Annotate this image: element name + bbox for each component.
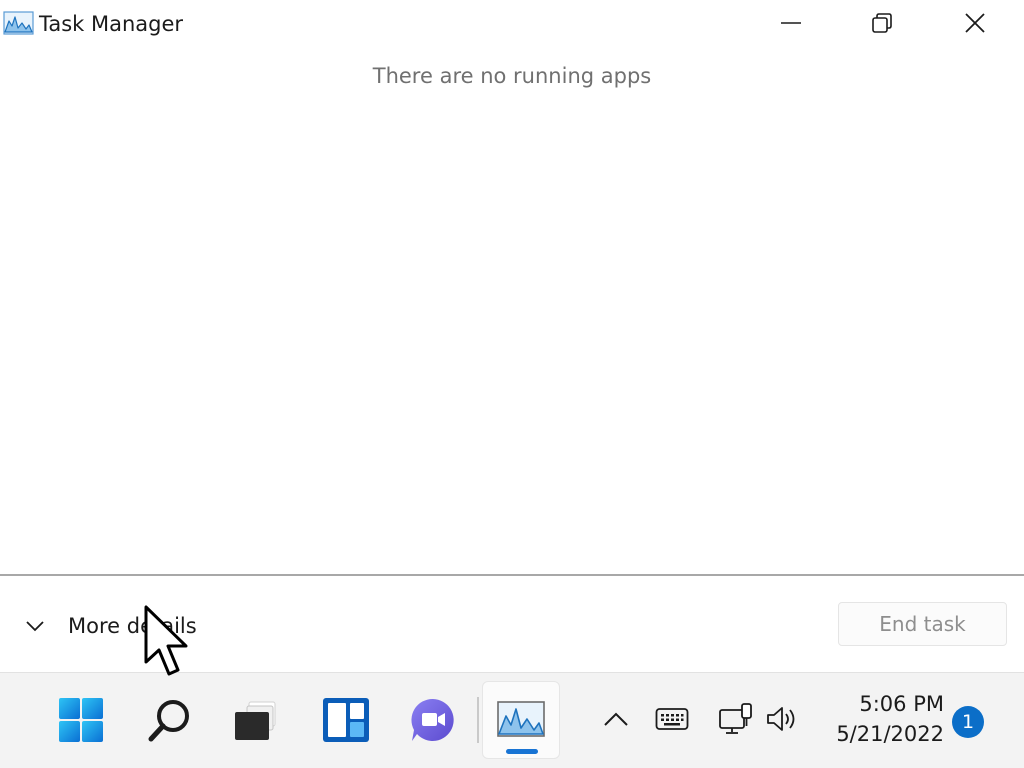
chat-button[interactable] bbox=[394, 681, 472, 759]
task-view-icon bbox=[235, 701, 276, 740]
task-manager-icon bbox=[3, 11, 34, 35]
network-status-button[interactable] bbox=[713, 695, 759, 743]
restore-button[interactable] bbox=[836, 0, 928, 46]
close-icon bbox=[965, 13, 985, 33]
widgets-button[interactable] bbox=[307, 681, 385, 759]
task-manager-taskbar-button[interactable] bbox=[482, 681, 560, 759]
active-app-indicator bbox=[506, 749, 538, 754]
window-title: Task Manager bbox=[39, 12, 184, 36]
more-details-label: More details bbox=[68, 614, 197, 638]
search-button[interactable] bbox=[131, 681, 209, 759]
minimize-button[interactable] bbox=[745, 0, 837, 46]
keyboard-icon bbox=[655, 708, 689, 730]
widgets-icon bbox=[323, 698, 369, 742]
window-footer: More details End task bbox=[0, 574, 1024, 672]
clock-time: 5:06 PM bbox=[859, 692, 944, 716]
volume-button[interactable] bbox=[760, 695, 806, 743]
restore-icon bbox=[872, 13, 892, 33]
search-icon bbox=[148, 700, 189, 742]
start-button[interactable] bbox=[42, 681, 120, 759]
notification-badge[interactable]: 1 bbox=[952, 706, 984, 738]
clock[interactable]: 5:06 PM 5/21/2022 bbox=[822, 689, 944, 749]
task-manager-icon bbox=[497, 701, 545, 737]
network-icon bbox=[719, 703, 752, 734]
taskbar: 5:06 PM 5/21/2022 1 bbox=[0, 672, 1024, 768]
title-bar[interactable]: Task Manager bbox=[0, 0, 1024, 46]
volume-icon bbox=[767, 707, 795, 731]
teams-chat-icon bbox=[411, 698, 454, 741]
show-hidden-icons-button[interactable] bbox=[593, 695, 639, 743]
chevron-down-icon bbox=[20, 611, 50, 641]
close-button[interactable] bbox=[929, 0, 1021, 46]
touch-keyboard-button[interactable] bbox=[649, 695, 695, 743]
minimize-icon bbox=[781, 22, 801, 24]
chevron-up-icon bbox=[604, 712, 628, 726]
task-manager-window: Task Manager There are no running apps M… bbox=[0, 0, 1024, 672]
more-details-toggle[interactable]: More details bbox=[20, 602, 197, 650]
end-task-button[interactable]: End task bbox=[838, 602, 1007, 646]
taskbar-separator bbox=[477, 697, 479, 743]
windows-start-icon bbox=[59, 698, 103, 742]
clock-date: 5/21/2022 bbox=[836, 722, 944, 746]
task-view-button[interactable] bbox=[218, 681, 296, 759]
empty-state-message: There are no running apps bbox=[372, 64, 652, 88]
